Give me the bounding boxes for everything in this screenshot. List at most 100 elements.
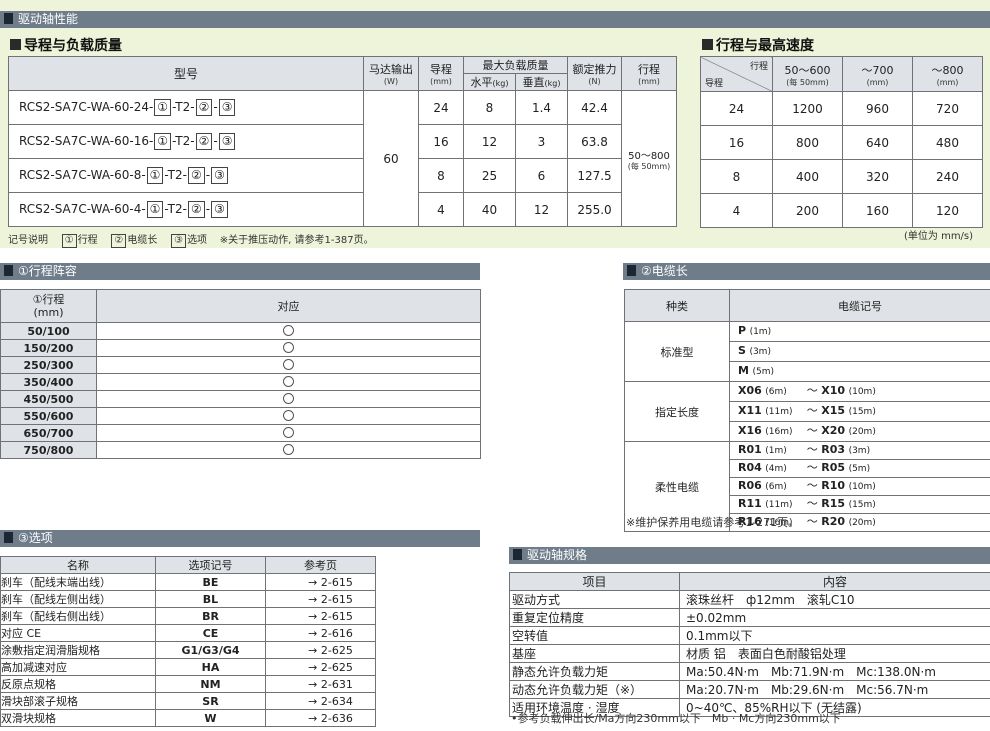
support-mark: [96, 373, 481, 391]
speed-col-header: ～700 (mm): [842, 56, 913, 92]
opt-code: CE: [155, 624, 266, 642]
legend: 记号说明 ① 行程 ② 电缆长 ③ 选项 ※关于推压动作, 请参考1-387页。: [8, 234, 374, 248]
corner-header: 行程 导程: [700, 56, 773, 92]
vertical-value: 6: [515, 158, 568, 193]
spec-content: 滚珠丝杆 ф12mm 滚轧C10: [679, 590, 990, 609]
opt-name: 高加减速对应: [0, 658, 156, 676]
model-cell: RCS2-SA7C-WA-60-16- ① -T2- ② - ③: [8, 124, 364, 159]
model-cell: RCS2-SA7C-WA-60-24- ① -T2- ② - ③: [8, 90, 364, 125]
opt-page-header: 参考页: [265, 556, 376, 574]
opt-code: BL: [155, 590, 266, 608]
motor-value: 60: [363, 90, 419, 227]
speed-value: 1200: [772, 91, 843, 126]
spec-item: 静态允许负载力矩: [509, 662, 680, 681]
speed-value: 120: [912, 193, 983, 228]
speed-unit: (单位为 mm/s): [904, 231, 974, 242]
opt-name: 对应 CE: [0, 624, 156, 642]
stroke-value: 50/100: [0, 322, 97, 340]
speed-col-header: ～800 (mm): [912, 56, 983, 92]
opt-page: → 2-616: [265, 624, 376, 642]
header-lead: 导程 (mm): [418, 56, 464, 91]
speed-value: 160: [842, 193, 913, 228]
opt-code: BE: [155, 573, 266, 591]
speed-value: 480: [912, 125, 983, 160]
spec-content: 0.1mm以下: [679, 626, 990, 645]
support-mark: [96, 424, 481, 442]
cable-code-header: 电缆记号: [729, 289, 990, 322]
speed-lead: 8: [700, 159, 773, 194]
opt-name: 滑块部滚子规格: [0, 692, 156, 710]
cable-codes: P (1m) S (3m) M (5m): [729, 321, 990, 382]
lead-table-title: 导程与负载质量: [10, 35, 122, 55]
speed-lead: 16: [700, 125, 773, 160]
opt-page: → 2-625: [265, 658, 376, 676]
drive-performance-bar: 驱动轴性能: [0, 11, 990, 28]
spec-item-header: 项目: [509, 572, 680, 591]
opt-name: 刹车（配线右侧出线）: [0, 607, 156, 625]
speed-table-title: 行程与最高速度: [702, 35, 814, 55]
opt-code: HA: [155, 658, 266, 676]
header-maxload: 最大负载质量: [463, 56, 568, 74]
stroke-value: 50～800 (每 50mm): [621, 90, 677, 227]
opt-page: → 2-634: [265, 692, 376, 710]
speed-col-header: 50～600 (每 50mm): [772, 56, 843, 92]
cable-type-header: 种类: [624, 289, 730, 322]
lead-value: 8: [418, 158, 464, 193]
section-title: 驱动轴性能: [18, 12, 79, 26]
thrust-value: 42.4: [567, 90, 622, 125]
spec-item: 动态允许负载力矩（※）: [509, 680, 680, 699]
speed-value: 640: [842, 125, 913, 160]
stroke-lineup-bar: ①行程阵容: [0, 263, 480, 280]
opt-page: → 2-615: [265, 573, 376, 591]
cable-bar: ②电缆长: [623, 263, 990, 280]
opt-name: 刹车（配线末端出线）: [0, 573, 156, 591]
speed-value: 400: [772, 159, 843, 194]
stroke-value: 350/400: [0, 373, 97, 391]
header-vertical: 垂直(kg): [515, 73, 568, 91]
spec-bar: 驱动轴规格: [509, 547, 990, 564]
vertical-value: 3: [515, 124, 568, 159]
options-table: 名称 选项记号 参考页 刹车（配线末端出线） BE → 2-615 刹车（配线左侧出线）…: [0, 556, 376, 727]
header-model: 型号: [8, 56, 364, 91]
support-mark: [96, 356, 481, 374]
support-mark: [96, 322, 481, 340]
thrust-value: 63.8: [567, 124, 622, 159]
opt-name: 涂敷指定润滑脂规格: [0, 641, 156, 659]
speed-value: 960: [842, 91, 913, 126]
stroke-value: 150/200: [0, 339, 97, 357]
speed-value: 240: [912, 159, 983, 194]
header-horizontal: 水平(kg): [463, 73, 516, 91]
lead-value: 16: [418, 124, 464, 159]
horizontal-value: 25: [463, 158, 516, 193]
stroke-lineup-table: ①行程 (mm) 对应 50/100 150/200 250/300 350/400…: [0, 289, 481, 459]
stroke-value: 650/700: [0, 424, 97, 442]
support-mark: [96, 390, 481, 408]
cable-note: ※维护保养用电缆请参考1-271页。: [626, 516, 800, 529]
speed-value: 720: [912, 91, 983, 126]
spec-item: 基座: [509, 644, 680, 663]
stroke-value: 250/300: [0, 356, 97, 374]
spec-item: 驱动方式: [509, 590, 680, 609]
spec-note: •参考负载伸出长/Ma方向230mm以下 Mb · Mc方向230mm以下: [511, 712, 841, 725]
lead-load-table: 型号 马达输出 (W) 导程 (mm) 最大负载质量 额定推力 (N) 行程 (mm) …: [8, 56, 677, 227]
opt-name: 反原点规格: [0, 675, 156, 693]
opt-name: 双滑块规格: [0, 709, 156, 727]
opt-page: → 2-615: [265, 590, 376, 608]
vertical-value: 1.4: [515, 90, 568, 125]
opt-code: SR: [155, 692, 266, 710]
stroke-value: 450/500: [0, 390, 97, 408]
spec-content: Ma:50.4N·m Mb:71.9N·m Mc:138.0N·m: [679, 662, 990, 681]
spec-content: Ma:20.7N·m Mb:29.6N·m Mc:56.7N·m: [679, 680, 990, 699]
speed-lead: 4: [700, 193, 773, 228]
opt-code: G1/G3/G4: [155, 641, 266, 659]
speed-value: 320: [842, 159, 913, 194]
spec-table: 项目 内容 驱动方式 滚珠丝杆 ф12mm 滚轧C10 重复定位精度 ±0.02mm …: [509, 572, 990, 717]
opt-name: 刹车（配线左侧出线）: [0, 590, 156, 608]
spec-content: 材质 铝 表面白色耐酸铝处理: [679, 644, 990, 663]
opt-code-header: 选项记号: [155, 556, 266, 574]
header-thrust: 额定推力 (N): [567, 56, 622, 91]
opt-page: → 2-615: [265, 607, 376, 625]
opt-page: → 2-631: [265, 675, 376, 693]
cable-group: 标准型: [624, 321, 730, 382]
opt-code: NM: [155, 675, 266, 693]
